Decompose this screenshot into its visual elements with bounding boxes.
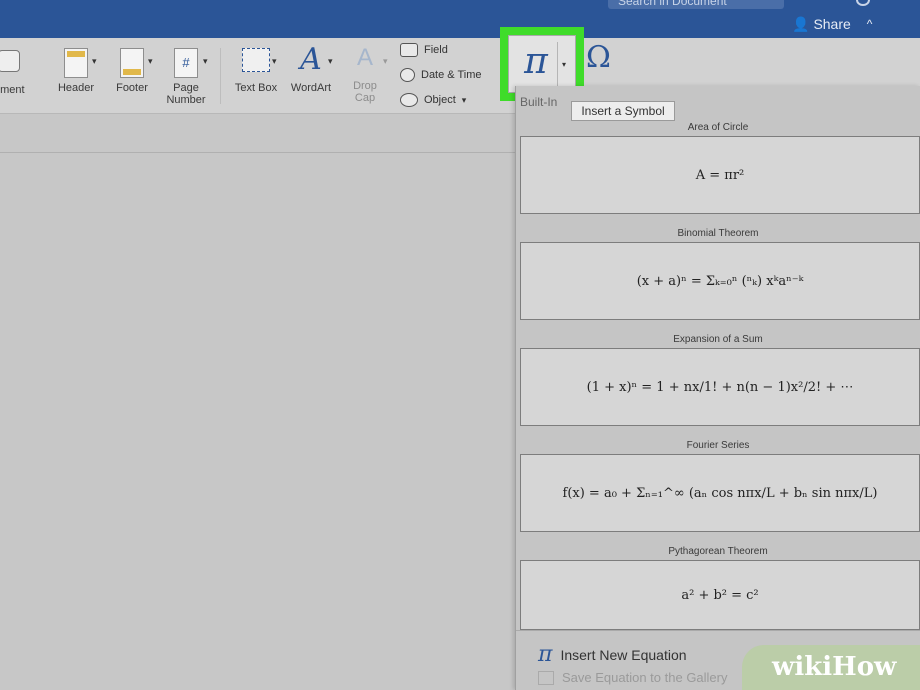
header-dropdown-icon[interactable]: ▾ xyxy=(92,56,97,67)
object-label: Object xyxy=(424,94,456,106)
equation-formula: (1 + x)ⁿ = 1 + nx/1! + n(n − 1)x²/2! + ⋯ xyxy=(586,379,854,395)
page-number-label-2: Number xyxy=(166,94,206,106)
text-box-label: Text Box xyxy=(234,82,278,94)
chevron-down-icon: ▾ xyxy=(562,60,567,69)
built-in-section-label: Built-In xyxy=(520,95,558,109)
equation-formula: A = πr² xyxy=(695,167,745,183)
text-box-dropdown-icon[interactable]: ▾ xyxy=(272,56,277,67)
page-number-dropdown-icon[interactable]: ▾ xyxy=(203,56,208,67)
equation-formula: (x + a)ⁿ = Σₖ₌₀ⁿ (ⁿₖ) xᵏaⁿ⁻ᵏ xyxy=(636,273,804,289)
header-icon xyxy=(64,48,88,78)
wordart-dropdown-icon[interactable]: ▾ xyxy=(328,56,333,67)
drop-cap-label-1: Drop xyxy=(353,80,377,92)
equation-card-pythagorean-theorem[interactable]: a² + b² = c² xyxy=(520,560,920,630)
text-box-button[interactable]: Text Box xyxy=(230,48,282,94)
equation-card-expansion-of-a-sum[interactable]: (1 + x)ⁿ = 1 + nx/1! + n(n − 1)x²/2! + ⋯ xyxy=(520,348,920,426)
wordart-label: WordArt xyxy=(290,82,332,94)
page-number-icon xyxy=(174,48,198,78)
date-time-label: Date & Time xyxy=(421,69,482,81)
drop-cap-button[interactable]: A Drop Cap xyxy=(344,44,386,104)
pi-icon: π xyxy=(524,41,548,82)
share-person-icon: 👤 xyxy=(792,15,810,32)
field-button[interactable]: Field xyxy=(400,43,448,57)
insert-symbol-tooltip: Insert a Symbol xyxy=(571,101,675,121)
comment-label: nment xyxy=(0,84,25,96)
share-button[interactable]: 👤 Share ^ xyxy=(792,14,872,34)
panel-divider xyxy=(516,630,920,631)
share-label: Share xyxy=(813,16,851,32)
collapse-ribbon-icon[interactable]: ^ xyxy=(867,17,873,31)
document-page-edge xyxy=(0,152,515,153)
pi-icon: π xyxy=(538,642,553,667)
equation-heading: Pythagorean Theorem xyxy=(668,546,768,557)
equation-formula: a² + b² = c² xyxy=(681,587,759,603)
save-gallery-icon xyxy=(538,670,554,685)
date-time-button[interactable]: Date & Time xyxy=(400,68,482,82)
object-button[interactable]: Object ▾ xyxy=(400,93,466,107)
wordart-button[interactable]: A WordArt xyxy=(286,44,336,95)
insert-new-equation-label: Insert New Equation xyxy=(560,646,687,663)
save-equation-item[interactable]: Save Equation to the Gallery xyxy=(538,670,728,685)
insert-new-equation-item[interactable]: π Insert New Equation xyxy=(538,642,687,667)
object-icon xyxy=(400,93,418,107)
equation-card-area-of-circle[interactable]: A = πr² xyxy=(520,136,920,214)
comment-button[interactable]: nment xyxy=(0,50,40,96)
object-dropdown-icon[interactable]: ▾ xyxy=(462,95,467,106)
drop-cap-icon: A xyxy=(356,44,373,71)
field-icon xyxy=(400,43,418,57)
equation-heading: Area of Circle xyxy=(687,122,749,133)
drop-cap-label-2: Cap xyxy=(354,92,376,104)
equation-dropdown-arrow[interactable]: ▾ xyxy=(557,42,571,88)
footer-button[interactable]: Footer xyxy=(110,48,154,94)
footer-label: Footer xyxy=(116,82,148,94)
footer-icon xyxy=(120,48,144,78)
equation-card-fourier-series[interactable]: f(x) = a₀ + Σₙ₌₁^∞ (aₙ cos nπx/L + bₙ si… xyxy=(520,454,920,532)
header-button[interactable]: Header xyxy=(54,48,98,94)
comment-icon xyxy=(0,50,20,72)
equation-formula: f(x) = a₀ + Σₙ₌₁^∞ (aₙ cos nπx/L + bₙ si… xyxy=(562,485,878,501)
wikihow-watermark: wikiHow xyxy=(772,652,897,682)
equation-card-binomial-theorem[interactable]: (x + a)ⁿ = Σₖ₌₀ⁿ (ⁿₖ) xᵏaⁿ⁻ᵏ xyxy=(520,242,920,320)
page-number-label-1: Page xyxy=(173,82,199,94)
document-canvas[interactable] xyxy=(0,114,515,690)
equation-heading: Fourier Series xyxy=(686,440,750,451)
save-equation-label: Save Equation to the Gallery xyxy=(562,670,728,685)
equation-heading: Expansion of a Sum xyxy=(673,334,763,345)
footer-dropdown-icon[interactable]: ▾ xyxy=(148,56,153,67)
field-label: Field xyxy=(424,44,448,56)
equation-heading: Binomial Theorem xyxy=(677,228,759,239)
drop-cap-dropdown-icon[interactable]: ▾ xyxy=(383,56,388,67)
symbol-button[interactable]: Ω xyxy=(586,40,611,75)
header-label: Header xyxy=(57,82,95,94)
search-input[interactable]: Search in Document xyxy=(608,0,784,9)
text-box-icon xyxy=(242,48,270,72)
clock-icon xyxy=(400,68,415,82)
ribbon-divider xyxy=(220,48,221,104)
search-placeholder: Search in Document xyxy=(618,0,727,8)
